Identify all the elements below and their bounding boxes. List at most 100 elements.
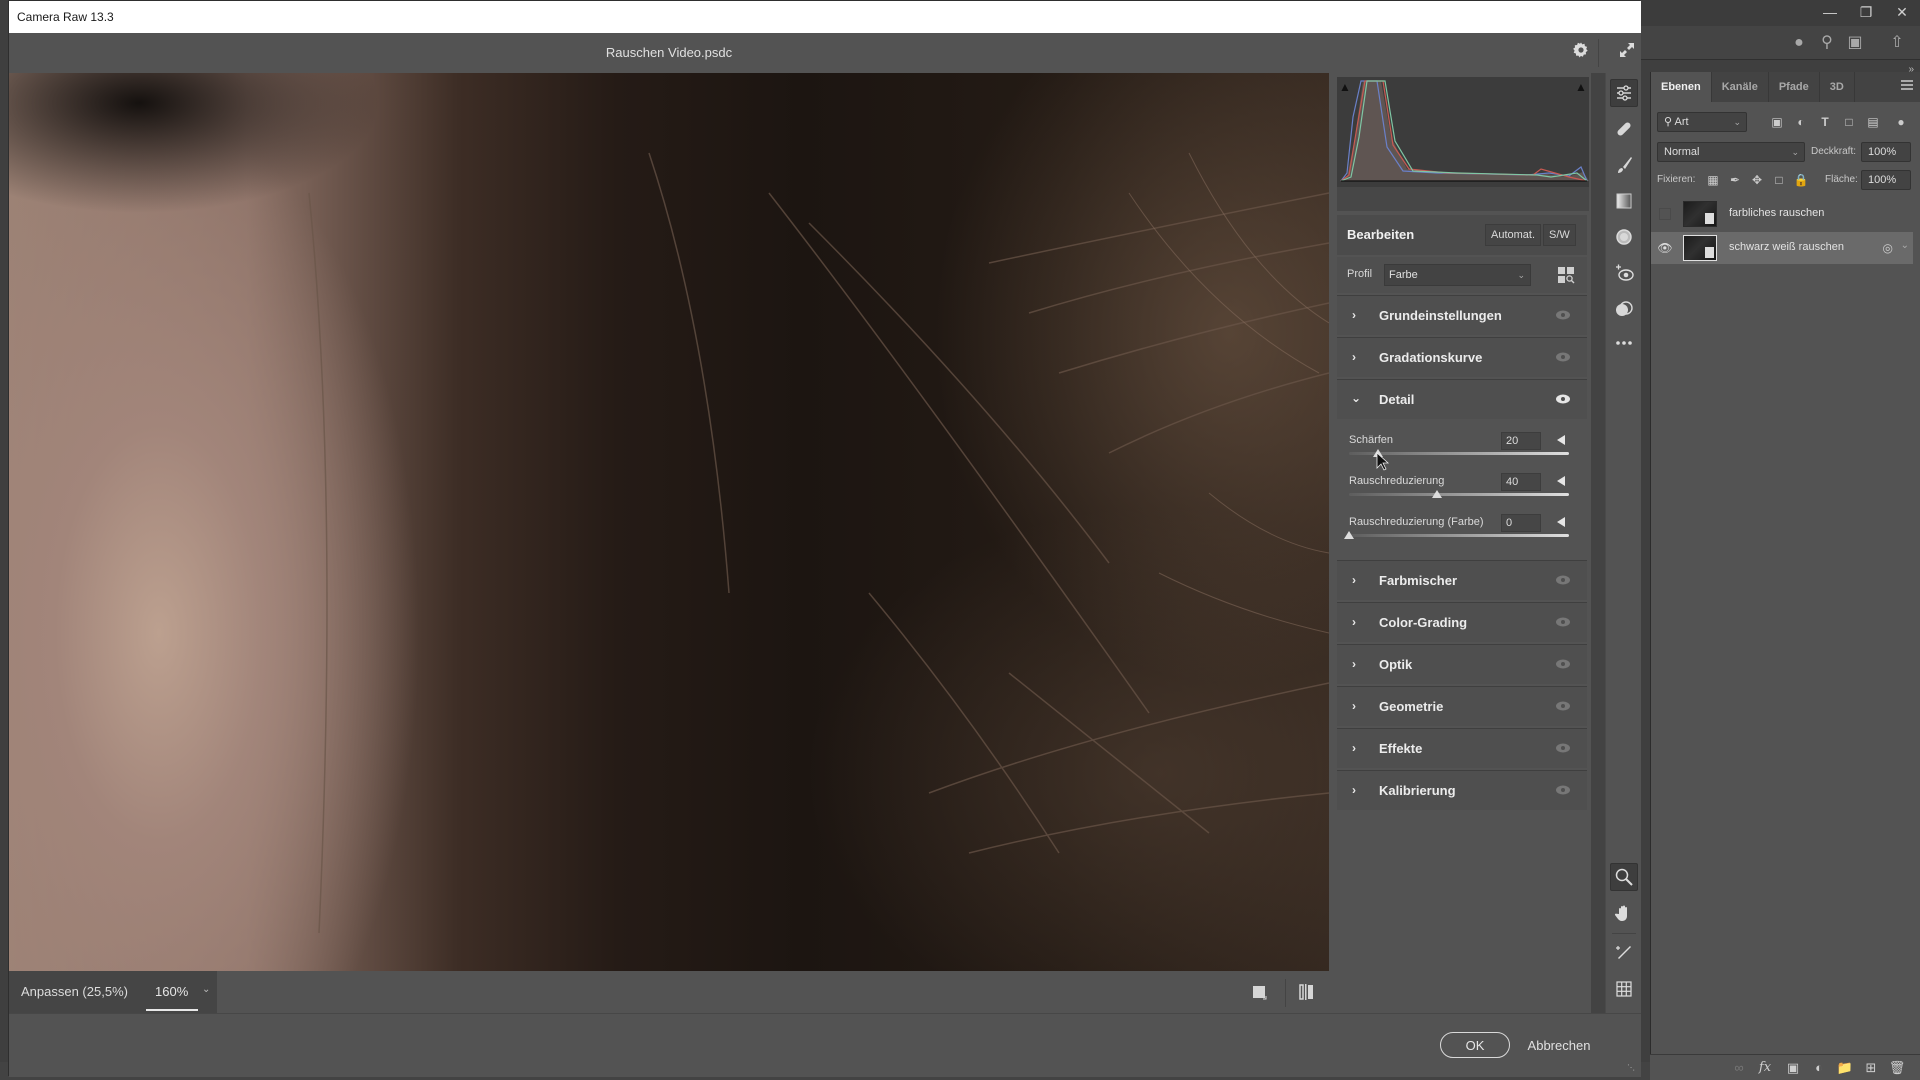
color-noise-reduction-slider-track[interactable] (1349, 534, 1569, 537)
lock-artboard-icon[interactable]: □ (1771, 172, 1787, 188)
add-mask-icon[interactable]: ▣ (1784, 1059, 1802, 1077)
trash-icon[interactable]: 🗑 (1888, 1059, 1906, 1077)
profile-browser-icon[interactable] (1557, 266, 1575, 284)
edit-sliders-icon[interactable] (1610, 79, 1638, 107)
section-kalibrierung[interactable]: › Kalibrierung (1337, 770, 1587, 810)
section-title: Detail (1379, 392, 1415, 407)
panel-menu-icon[interactable] (1901, 80, 1913, 90)
more-icon[interactable] (1610, 329, 1638, 357)
eye-icon[interactable] (1555, 742, 1571, 754)
section-grundeinstellungen[interactable]: › Grundeinstellungen (1337, 295, 1587, 335)
eye-icon[interactable] (1555, 574, 1571, 586)
visibility-toggle[interactable] (1659, 208, 1671, 220)
eye-icon[interactable] (1555, 616, 1571, 628)
tab-3d[interactable]: 3D (1820, 72, 1855, 102)
close-button[interactable]: ✕ (1884, 0, 1920, 24)
noise-reduction-value-field[interactable]: 40 (1501, 473, 1541, 491)
section-detail[interactable]: ⌄ Detail (1337, 379, 1587, 419)
histogram: ▲ ▲ (1337, 77, 1589, 187)
profile-select[interactable]: Farbe ⌄ (1384, 264, 1531, 286)
layer-filter-select[interactable]: ⚲ Art ⌄ (1657, 112, 1747, 132)
auto-button[interactable]: Automat. (1485, 224, 1542, 246)
adjustment-layer-filter-icon[interactable]: ◐ (1793, 114, 1809, 130)
gear-icon[interactable] (1569, 41, 1593, 65)
share-user-icon[interactable]: ● (1788, 32, 1810, 54)
layer-row[interactable]: farbliches rauschen (1651, 198, 1913, 230)
folder-icon[interactable]: 📁 (1836, 1059, 1854, 1077)
healing-bandage-icon[interactable] (1610, 115, 1638, 143)
tab-ebenen[interactable]: Ebenen (1651, 72, 1712, 102)
ok-button[interactable]: OK (1440, 1032, 1510, 1058)
black-white-button[interactable]: S/W (1543, 224, 1576, 246)
brush-icon[interactable] (1610, 151, 1638, 179)
lock-pixels-icon[interactable]: ✒ (1727, 172, 1743, 188)
color-noise-reduction-value-field[interactable]: 0 (1501, 514, 1541, 532)
new-layer-icon[interactable]: ⊞ (1862, 1059, 1880, 1077)
blend-mode-select[interactable]: Normal ⌄ (1657, 142, 1805, 162)
type-layer-filter-icon[interactable]: T (1817, 114, 1833, 130)
reset-triangle-icon[interactable] (1557, 435, 1565, 445)
opacity-field[interactable]: 100% (1861, 142, 1911, 162)
minimize-button[interactable]: — (1812, 0, 1848, 24)
smart-object-filter-icon[interactable]: ▤ (1865, 114, 1881, 130)
fx-icon[interactable]: fx (1756, 1059, 1774, 1077)
chevron-down-icon[interactable]: ⌄ (1901, 240, 1909, 251)
section-color-grading[interactable]: › Color-Grading (1337, 602, 1587, 642)
layer-row[interactable]: 👁 schwarz weiß rauschen ◎ ⌄ (1651, 232, 1913, 264)
share-icon[interactable]: ⇧ (1886, 32, 1908, 54)
noise-reduction-slider-track[interactable] (1349, 493, 1569, 496)
highlight-clipping-icon[interactable]: ▲ (1574, 81, 1588, 93)
zoom-icon[interactable] (1610, 863, 1638, 891)
workspace-icon[interactable]: ▣ (1844, 32, 1866, 54)
section-farbmischer[interactable]: › Farbmischer (1337, 560, 1587, 600)
link-layers-icon[interactable]: ∞ (1730, 1059, 1748, 1077)
smart-filter-icon[interactable]: ◎ (1883, 241, 1893, 255)
image-preview-canvas[interactable] (9, 73, 1329, 971)
section-effekte[interactable]: › Effekte (1337, 728, 1587, 768)
tab-kanaele[interactable]: Kanäle (1712, 72, 1769, 102)
eye-icon[interactable] (1555, 658, 1571, 670)
gradient-icon[interactable] (1610, 187, 1638, 215)
photoshop-options-bar: ● ⚲ ▣ ⇧ (1640, 26, 1920, 60)
adjustment-layer-icon[interactable]: ◐ (1810, 1059, 1828, 1077)
lock-icons: ▦ ✒ ✥ □ 🔒 (1705, 172, 1815, 188)
fill-field[interactable]: 100% (1861, 170, 1911, 190)
panel-scrollbar[interactable] (1591, 73, 1605, 1013)
section-gradationskurve[interactable]: › Gradationskurve (1337, 337, 1587, 377)
eye-icon[interactable] (1555, 351, 1571, 363)
eye-icon[interactable]: 👁 (1657, 240, 1673, 256)
eye-icon[interactable] (1555, 393, 1571, 405)
restore-button[interactable]: ❐ (1848, 0, 1884, 24)
shape-layer-filter-icon[interactable]: □ (1841, 114, 1857, 130)
cancel-button[interactable]: Abbrechen (1509, 1032, 1609, 1058)
lock-all-icon[interactable]: 🔒 (1793, 172, 1809, 188)
grid-icon[interactable] (1610, 975, 1638, 1003)
color-sampler-icon[interactable] (1610, 939, 1638, 967)
eye-icon[interactable] (1555, 309, 1571, 321)
single-view-icon[interactable] (1249, 981, 1271, 1003)
sharpen-value-field[interactable]: 20 (1501, 432, 1541, 450)
compare-view-icon[interactable] (1295, 981, 1317, 1003)
zoom-level-select[interactable]: 160% ⌄ (139, 971, 217, 1013)
tab-pfade[interactable]: Pfade (1769, 72, 1820, 102)
lock-position-icon[interactable]: ✥ (1749, 172, 1765, 188)
search-icon[interactable]: ⚲ (1816, 32, 1838, 54)
section-optik[interactable]: › Optik (1337, 644, 1587, 684)
shadow-clipping-icon[interactable]: ▲ (1338, 81, 1352, 93)
presets-icon[interactable] (1610, 295, 1638, 323)
color-noise-reduction-slider-thumb[interactable] (1344, 531, 1354, 539)
eye-icon[interactable] (1555, 784, 1571, 796)
filter-toggle-icon[interactable]: ● (1893, 114, 1909, 130)
lock-transparency-icon[interactable]: ▦ (1705, 172, 1721, 188)
expand-icon[interactable] (1615, 41, 1639, 65)
resize-grip-icon[interactable]: ⋱ (1627, 1063, 1637, 1073)
radial-filter-icon[interactable] (1610, 223, 1638, 251)
eye-icon[interactable] (1555, 700, 1571, 712)
reset-triangle-icon[interactable] (1557, 517, 1565, 527)
red-eye-icon[interactable] (1610, 259, 1638, 287)
reset-triangle-icon[interactable] (1557, 476, 1565, 486)
section-geometrie[interactable]: › Geometrie (1337, 686, 1587, 726)
noise-reduction-slider-thumb[interactable] (1432, 490, 1442, 498)
hand-icon[interactable] (1610, 899, 1638, 927)
pixel-layer-filter-icon[interactable]: ▣ (1769, 114, 1785, 130)
